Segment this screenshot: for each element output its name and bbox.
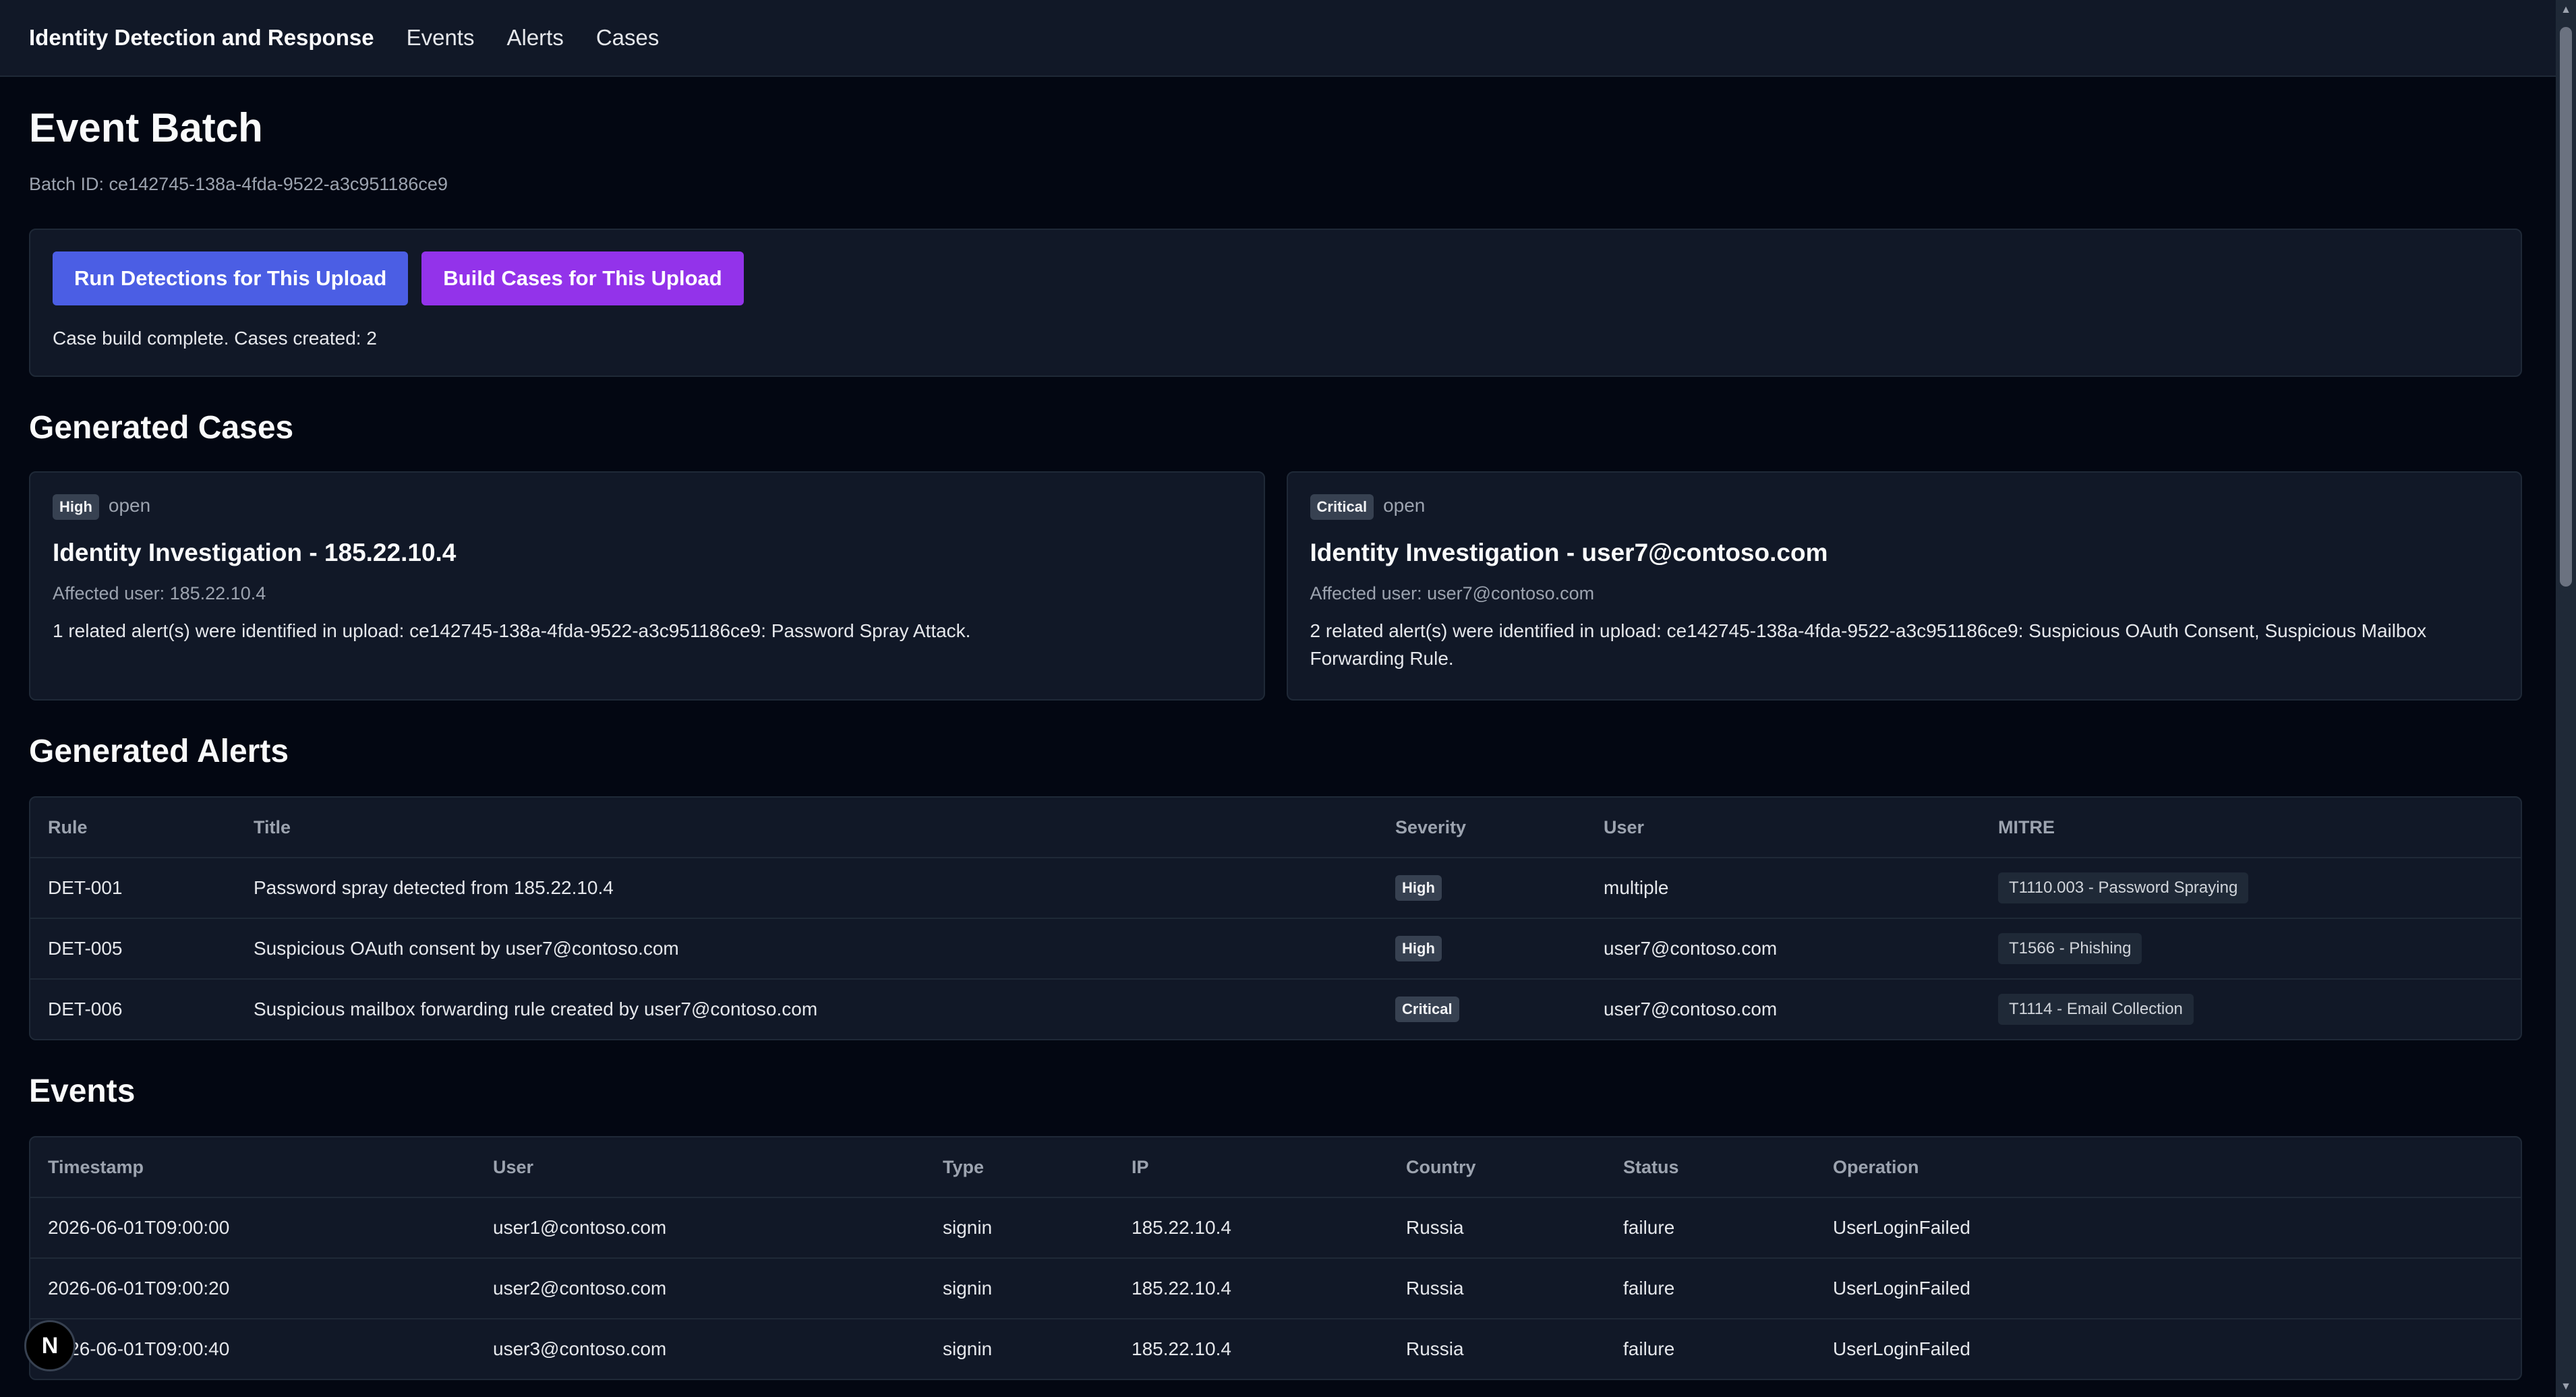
column-header: Rule (30, 798, 236, 858)
case-description: 1 related alert(s) were identified in up… (53, 620, 971, 641)
alert-user: user7@contoso.com (1586, 918, 1981, 980)
severity-badge: Critical (1395, 997, 1459, 1022)
event-status: failure (1623, 1338, 1675, 1359)
actions-panel: Run Detections for This Upload Build Case… (29, 229, 2522, 377)
case-card[interactable]: Critical open Identity Investigation - us… (1286, 471, 2522, 701)
alert-severity: Critical (1378, 979, 1586, 1039)
table-row[interactable]: DET-001 Password spray detected from 185… (30, 858, 2521, 919)
nav-link-alerts[interactable]: Alerts (506, 25, 563, 51)
case-affected-user: Affected user: user7@contoso.com (1310, 583, 1595, 603)
alert-title: Suspicious mailbox forwarding rule creat… (254, 999, 818, 1019)
alert-severity: High (1378, 858, 1586, 919)
app-brand[interactable]: Identity Detection and Response (29, 25, 374, 51)
build-cases-button[interactable]: Build Cases for This Upload (421, 251, 744, 305)
action-status-message: Case build complete. Cases created: 2 (53, 328, 377, 349)
event-ip: 185.22.10.4 (1132, 1338, 1231, 1359)
alert-user: user7@contoso.com (1604, 999, 1778, 1019)
nav-link-events[interactable]: Events (407, 25, 475, 51)
event-type: signin (943, 1338, 993, 1359)
run-detections-button[interactable]: Run Detections for This Upload (53, 251, 409, 305)
case-card[interactable]: High open Identity Investigation - 185.22… (29, 471, 1265, 701)
event-operation: UserLoginFailed (1815, 1258, 2521, 1319)
alert-mitre: T1110.003 - Password Spraying (1981, 858, 2521, 919)
alert-severity: High (1378, 918, 1586, 980)
alert-rule: DET-006 (48, 999, 123, 1019)
case-status: open (1383, 495, 1426, 516)
event-status: failure (1606, 1258, 1815, 1319)
scroll-up-arrow-icon[interactable]: ▲ (2556, 0, 2576, 20)
event-timestamp: 2026-06-01T09:00:20 (30, 1258, 475, 1319)
severity-badge: High (1395, 875, 1442, 901)
column-header: User (475, 1137, 925, 1198)
table-row[interactable]: 2026-06-01T09:00:20 user2@contoso.com si… (30, 1258, 2521, 1319)
column-header: User (1586, 798, 1981, 858)
severity-badge: High (53, 494, 99, 520)
events-table: Timestamp User Type IP Country Status Op… (30, 1137, 2521, 1379)
table-header-row: Rule Title Severity User MITRE (30, 798, 2521, 858)
column-header: Status (1606, 1137, 1815, 1198)
case-status: open (108, 495, 151, 516)
case-title[interactable]: Identity Investigation - 185.22.10.4 (53, 539, 1241, 567)
table-row[interactable]: 2026-06-01T09:00:40 user3@contoso.com si… (30, 1319, 2521, 1379)
alerts-table-panel: Rule Title Severity User MITRE DET-001 P… (29, 796, 2522, 1040)
column-header: Type (925, 1137, 1114, 1198)
event-user: user2@contoso.com (475, 1258, 925, 1319)
table-row[interactable]: 2026-06-01T09:00:00 user1@contoso.com si… (30, 1197, 2521, 1259)
alert-mitre: T1566 - Phishing (1981, 918, 2521, 980)
table-header-row: Timestamp User Type IP Country Status Op… (30, 1137, 2521, 1198)
event-country: Russia (1388, 1258, 1606, 1319)
column-header: Severity (1378, 798, 1586, 858)
column-header: IP (1114, 1137, 1388, 1198)
column-header: Operation (1815, 1137, 2521, 1198)
case-description: 2 related alert(s) were identified in up… (1310, 620, 2427, 669)
column-header: Country (1388, 1137, 1606, 1198)
case-affected-user: Affected user: 185.22.10.4 (53, 583, 266, 603)
event-ip: 185.22.10.4 (1114, 1197, 1388, 1259)
generated-cases-heading: Generated Cases (29, 410, 294, 446)
alerts-table: Rule Title Severity User MITRE DET-001 P… (30, 798, 2521, 1039)
events-table-panel: Timestamp User Type IP Country Status Op… (29, 1136, 2522, 1380)
mitre-tag: T1114 - Email Collection (1998, 994, 2194, 1025)
alert-mitre: T1114 - Email Collection (1981, 979, 2521, 1039)
vertical-scrollbar[interactable]: ▲ ▼ (2556, 0, 2576, 1397)
page-title: Event Batch (29, 105, 263, 150)
scrollbar-thumb[interactable] (2560, 27, 2572, 587)
nav-link-cases[interactable]: Cases (596, 25, 660, 51)
generated-alerts-heading: Generated Alerts (29, 734, 289, 769)
event-status: failure (1606, 1197, 1815, 1259)
event-operation: UserLoginFailed (1833, 1338, 1970, 1359)
event-type: signin (925, 1258, 1114, 1319)
event-ip: 185.22.10.4 (1114, 1258, 1388, 1319)
event-timestamp: 2026-06-01T09:00:40 (48, 1338, 230, 1359)
event-user: user3@contoso.com (493, 1338, 667, 1359)
alert-user: multiple (1586, 858, 1981, 919)
column-header: Timestamp (30, 1137, 475, 1198)
event-type: signin (925, 1197, 1114, 1259)
event-country: Russia (1388, 1197, 1606, 1259)
event-operation: UserLoginFailed (1815, 1197, 2521, 1259)
alert-rule: DET-005 (30, 918, 236, 980)
events-heading: Events (29, 1073, 136, 1109)
alert-title: Password spray detected from 185.22.10.4 (236, 858, 1378, 919)
scroll-down-arrow-icon[interactable]: ▼ (2556, 1377, 2576, 1397)
main-content: Event Batch Batch ID: ce142745-138a-4fda… (29, 76, 2522, 1380)
mitre-tag: T1566 - Phishing (1998, 933, 2142, 964)
severity-badge: High (1395, 936, 1442, 961)
cases-grid: High open Identity Investigation - 185.22… (29, 471, 2522, 701)
event-timestamp: 2026-06-01T09:00:00 (30, 1197, 475, 1259)
alert-rule: DET-001 (30, 858, 236, 919)
dev-tools-badge[interactable]: N (24, 1320, 76, 1371)
mitre-tag: T1110.003 - Password Spraying (1998, 872, 2249, 903)
case-title[interactable]: Identity Investigation - user7@contoso.c… (1310, 539, 2499, 567)
top-nav: Identity Detection and Response Events A… (0, 0, 2556, 77)
table-row[interactable]: DET-006 Suspicious mailbox forwarding ru… (30, 979, 2521, 1039)
batch-id: Batch ID: ce142745-138a-4fda-9522-a3c951… (29, 174, 448, 194)
column-header: MITRE (1981, 798, 2521, 858)
event-country: Russia (1406, 1338, 1464, 1359)
alert-title: Suspicious OAuth consent by user7@contos… (236, 918, 1378, 980)
table-row[interactable]: DET-005 Suspicious OAuth consent by user… (30, 918, 2521, 980)
column-header: Title (236, 798, 1378, 858)
severity-badge: Critical (1310, 494, 1374, 520)
event-user: user1@contoso.com (475, 1197, 925, 1259)
